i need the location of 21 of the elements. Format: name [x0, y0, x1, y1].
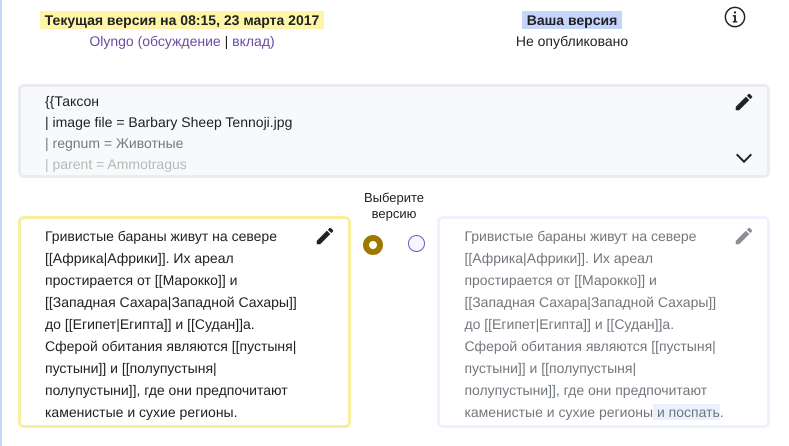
radio-button[interactable]	[408, 235, 425, 252]
user-link[interactable]: обсуждение	[142, 33, 221, 49]
bracket-text: (	[136, 33, 142, 49]
code-line: {{Таксон	[45, 92, 100, 111]
version-card[interactable]	[18, 216, 351, 428]
code-line: | regnum = Животные	[45, 134, 184, 153]
pencil-icon[interactable]	[733, 91, 755, 113]
version-text: Гривистые бараны живут на севере [[Африка|Африки]]. Их ареал простирается от [[Марокко]] и [[Западная Сахара|Западной Сахары]] до [[Египет|Египта]] и [[Судан]]а. Сферой обитания являются [[пустыня| пустыни]] и [[полупустыня| полупустыни]], где они предпочитают каменистые и сухие регионы и поспать.	[464, 227, 724, 422]
user-link[interactable]: Olyngo	[89, 33, 134, 49]
version-text: Гривистые бараны живут на севере [[Африка|Африки]]. Их ареал простирается от [[Марокко]] и [[Западная Сахара|Западной Сахары]] до [[Египет|Египта]] и [[Судан]]а. Сферой обитания являются [[пустыня| пустыни]] и [[полупустыня| полупустыни]], где они предпочитают каменистые и сухие регионы.	[45, 227, 297, 422]
code-line: | image file = Barbary Sheep Tennoji.jpg	[45, 113, 294, 132]
radio-button[interactable]	[363, 235, 383, 255]
separator-text: |	[224, 33, 230, 49]
bracket-text: )	[270, 33, 275, 49]
status-text: Не опубликовано	[516, 33, 628, 49]
user-link[interactable]: вклад	[232, 33, 270, 49]
code-line: | parent = Ammotragus	[45, 155, 188, 174]
version-label: Текущая версия на 08:15, 23 марта 2017	[40, 11, 324, 29]
info-icon[interactable]	[724, 6, 746, 28]
choose-label: Выберите версию	[362, 190, 426, 222]
version-label: Ваша версия	[522, 11, 622, 29]
